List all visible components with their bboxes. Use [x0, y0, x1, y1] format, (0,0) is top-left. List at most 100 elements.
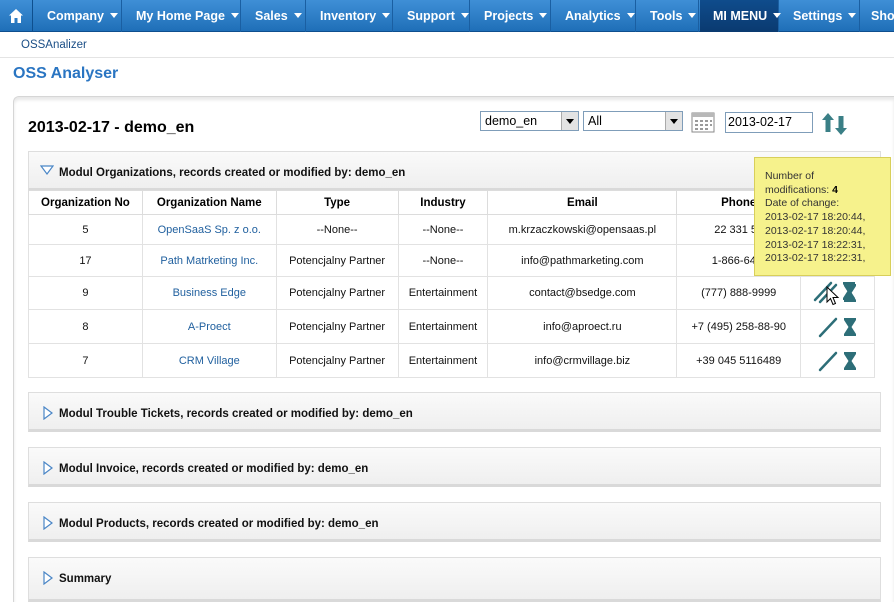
- nav-company[interactable]: Company: [34, 0, 122, 32]
- section-summary[interactable]: Summary: [28, 557, 881, 602]
- organization-link[interactable]: CRM Village: [179, 355, 240, 367]
- home-button[interactable]: [0, 0, 33, 32]
- organizations-table: Organization No Organization Name Type I…: [28, 190, 875, 378]
- modifications-tooltip: Number of modifications: 4 Date of chang…: [754, 157, 891, 276]
- cell-name: A-Proect: [141, 309, 277, 344]
- cell-industry: --None--: [397, 244, 489, 277]
- cell-no: 8: [28, 309, 143, 344]
- nav-label: Company: [47, 9, 104, 23]
- type-select[interactable]: All: [583, 111, 683, 131]
- cell-email: info@crmvillage.biz: [487, 343, 678, 378]
- nav-label: Tools: [650, 9, 683, 23]
- nav-mi-menu[interactable]: MI MENU: [700, 0, 782, 32]
- chevron-down-icon: [561, 112, 578, 130]
- tooltip-count: 4: [832, 183, 838, 196]
- organization-link[interactable]: A-Proect: [188, 321, 231, 333]
- sort-arrows-icon[interactable]: [822, 112, 848, 136]
- nav-analytics[interactable]: Analytics: [552, 0, 636, 32]
- section-label: Summary: [59, 573, 112, 585]
- table-row: 17 Path Matrketing Inc. Potencjalny Part…: [28, 244, 875, 277]
- section-trouble-tickets[interactable]: Modul Trouble Tickets, records created o…: [28, 392, 881, 432]
- nav-label: MI MENU: [713, 9, 768, 23]
- column-header[interactable]: Organization No: [28, 190, 143, 215]
- table-header-row: Organization No Organization Name Type I…: [28, 190, 875, 215]
- tooltip-line: Number of: [765, 170, 815, 182]
- cell-industry: Entertainment: [397, 276, 489, 310]
- section-label: Modul Organizations, records created or …: [59, 167, 406, 179]
- table-row: 5 OpenSaaS Sp. z o.o. --None-- --None-- …: [28, 214, 875, 245]
- chevron-down-icon: [40, 165, 54, 175]
- tooltip-date: 2013-02-17 18:22:31,: [765, 252, 866, 265]
- cell-phone: (777) 888-9999: [676, 276, 802, 310]
- column-header[interactable]: Organization Name: [141, 190, 277, 215]
- cell-name: Path Matrketing Inc.: [141, 244, 277, 277]
- nav-my-home-page[interactable]: My Home Page: [123, 0, 241, 32]
- cell-industry: --None--: [397, 214, 489, 245]
- cell-industry: Entertainment: [397, 343, 489, 378]
- cell-name: Business Edge: [141, 276, 277, 310]
- column-header[interactable]: Industry: [397, 190, 489, 215]
- nav-label: Projects: [484, 9, 534, 23]
- chevron-down-icon: [460, 13, 469, 18]
- section-label: Modul Trouble Tickets, records created o…: [59, 408, 413, 420]
- organization-link[interactable]: Path Matrketing Inc.: [160, 255, 258, 267]
- chevron-right-icon: [43, 516, 53, 530]
- nav-inventory[interactable]: Inventory: [307, 0, 393, 32]
- calendar-icon[interactable]: [691, 111, 715, 133]
- organization-link[interactable]: Business Edge: [173, 287, 246, 299]
- cell-no: 5: [28, 214, 143, 245]
- cell-type: Potencjalny Partner: [275, 244, 399, 277]
- nav-label: Sales: [255, 9, 288, 23]
- cell-phone: +7 (495) 258-88-90: [676, 309, 802, 344]
- tooltip-label: modifications:: [765, 183, 830, 196]
- cell-no: 17: [28, 244, 143, 277]
- chevron-down-icon: [230, 13, 239, 18]
- nav-support[interactable]: Support: [394, 0, 470, 32]
- chevron-down-icon: [382, 13, 391, 18]
- cell-type: Potencjalny Partner: [275, 309, 399, 344]
- mouse-cursor-icon: [826, 286, 840, 306]
- top-nav: Company My Home Page Sales Inventory Sup…: [0, 0, 894, 32]
- date-input[interactable]: 2013-02-17: [725, 112, 813, 133]
- section-invoice[interactable]: Modul Invoice, records created or modifi…: [28, 447, 881, 487]
- tooltip-date: 2013-02-17 18:20:44,: [765, 211, 866, 224]
- user-select[interactable]: demo_en: [480, 111, 579, 131]
- cell-actions: [800, 343, 875, 378]
- table-row: 9 Business Edge Potencjalny Partner Ente…: [28, 276, 875, 310]
- nav-tools[interactable]: Tools: [637, 0, 699, 32]
- chevron-right-icon: [43, 406, 53, 420]
- chevron-down-icon: [293, 13, 302, 18]
- history-icon[interactable]: [842, 316, 858, 338]
- nav-label: My Home Page: [136, 9, 225, 23]
- nav-shortcuts[interactable]: Sho: [861, 0, 894, 32]
- cell-name: CRM Village: [141, 343, 277, 378]
- nav-settings[interactable]: Settings: [780, 0, 860, 32]
- section-products[interactable]: Modul Products, records created or modif…: [28, 502, 881, 542]
- column-header[interactable]: Email: [487, 190, 678, 215]
- cell-email: m.krzaczkowski@opensaas.pl: [487, 214, 678, 245]
- cell-email: info@pathmarketing.com: [487, 244, 678, 277]
- nav-projects[interactable]: Projects: [471, 0, 551, 32]
- nav-label: Support: [407, 9, 455, 23]
- chevron-down-icon: [109, 13, 118, 18]
- table-row: 7 CRM Village Potencjalny Partner Entert…: [28, 343, 875, 378]
- nav-sales[interactable]: Sales: [242, 0, 306, 32]
- tooltip-date: 2013-02-17 18:20:44,: [765, 224, 866, 237]
- column-header[interactable]: Type: [275, 190, 399, 215]
- table-row: 8 A-Proect Potencjalny Partner Entertain…: [28, 309, 875, 344]
- organization-link[interactable]: OpenSaaS Sp. z o.o.: [158, 224, 261, 236]
- cell-type: Potencjalny Partner: [275, 343, 399, 378]
- chevron-down-icon: [848, 13, 857, 18]
- cell-type: Potencjalny Partner: [275, 276, 399, 310]
- edit-icon[interactable]: [817, 350, 839, 372]
- nav-label: Inventory: [320, 9, 377, 23]
- breadcrumb[interactable]: OSSAnalizer: [21, 39, 87, 51]
- edit-icon[interactable]: [817, 316, 839, 338]
- history-icon[interactable]: [841, 280, 857, 302]
- tooltip-line: Date of change:: [765, 197, 840, 210]
- user-select-value: demo_en: [485, 114, 538, 128]
- cell-no: 7: [28, 343, 143, 378]
- history-icon[interactable]: [842, 350, 858, 372]
- cell-phone: +39 045 5116489: [676, 343, 802, 378]
- cell-no: 9: [28, 276, 143, 310]
